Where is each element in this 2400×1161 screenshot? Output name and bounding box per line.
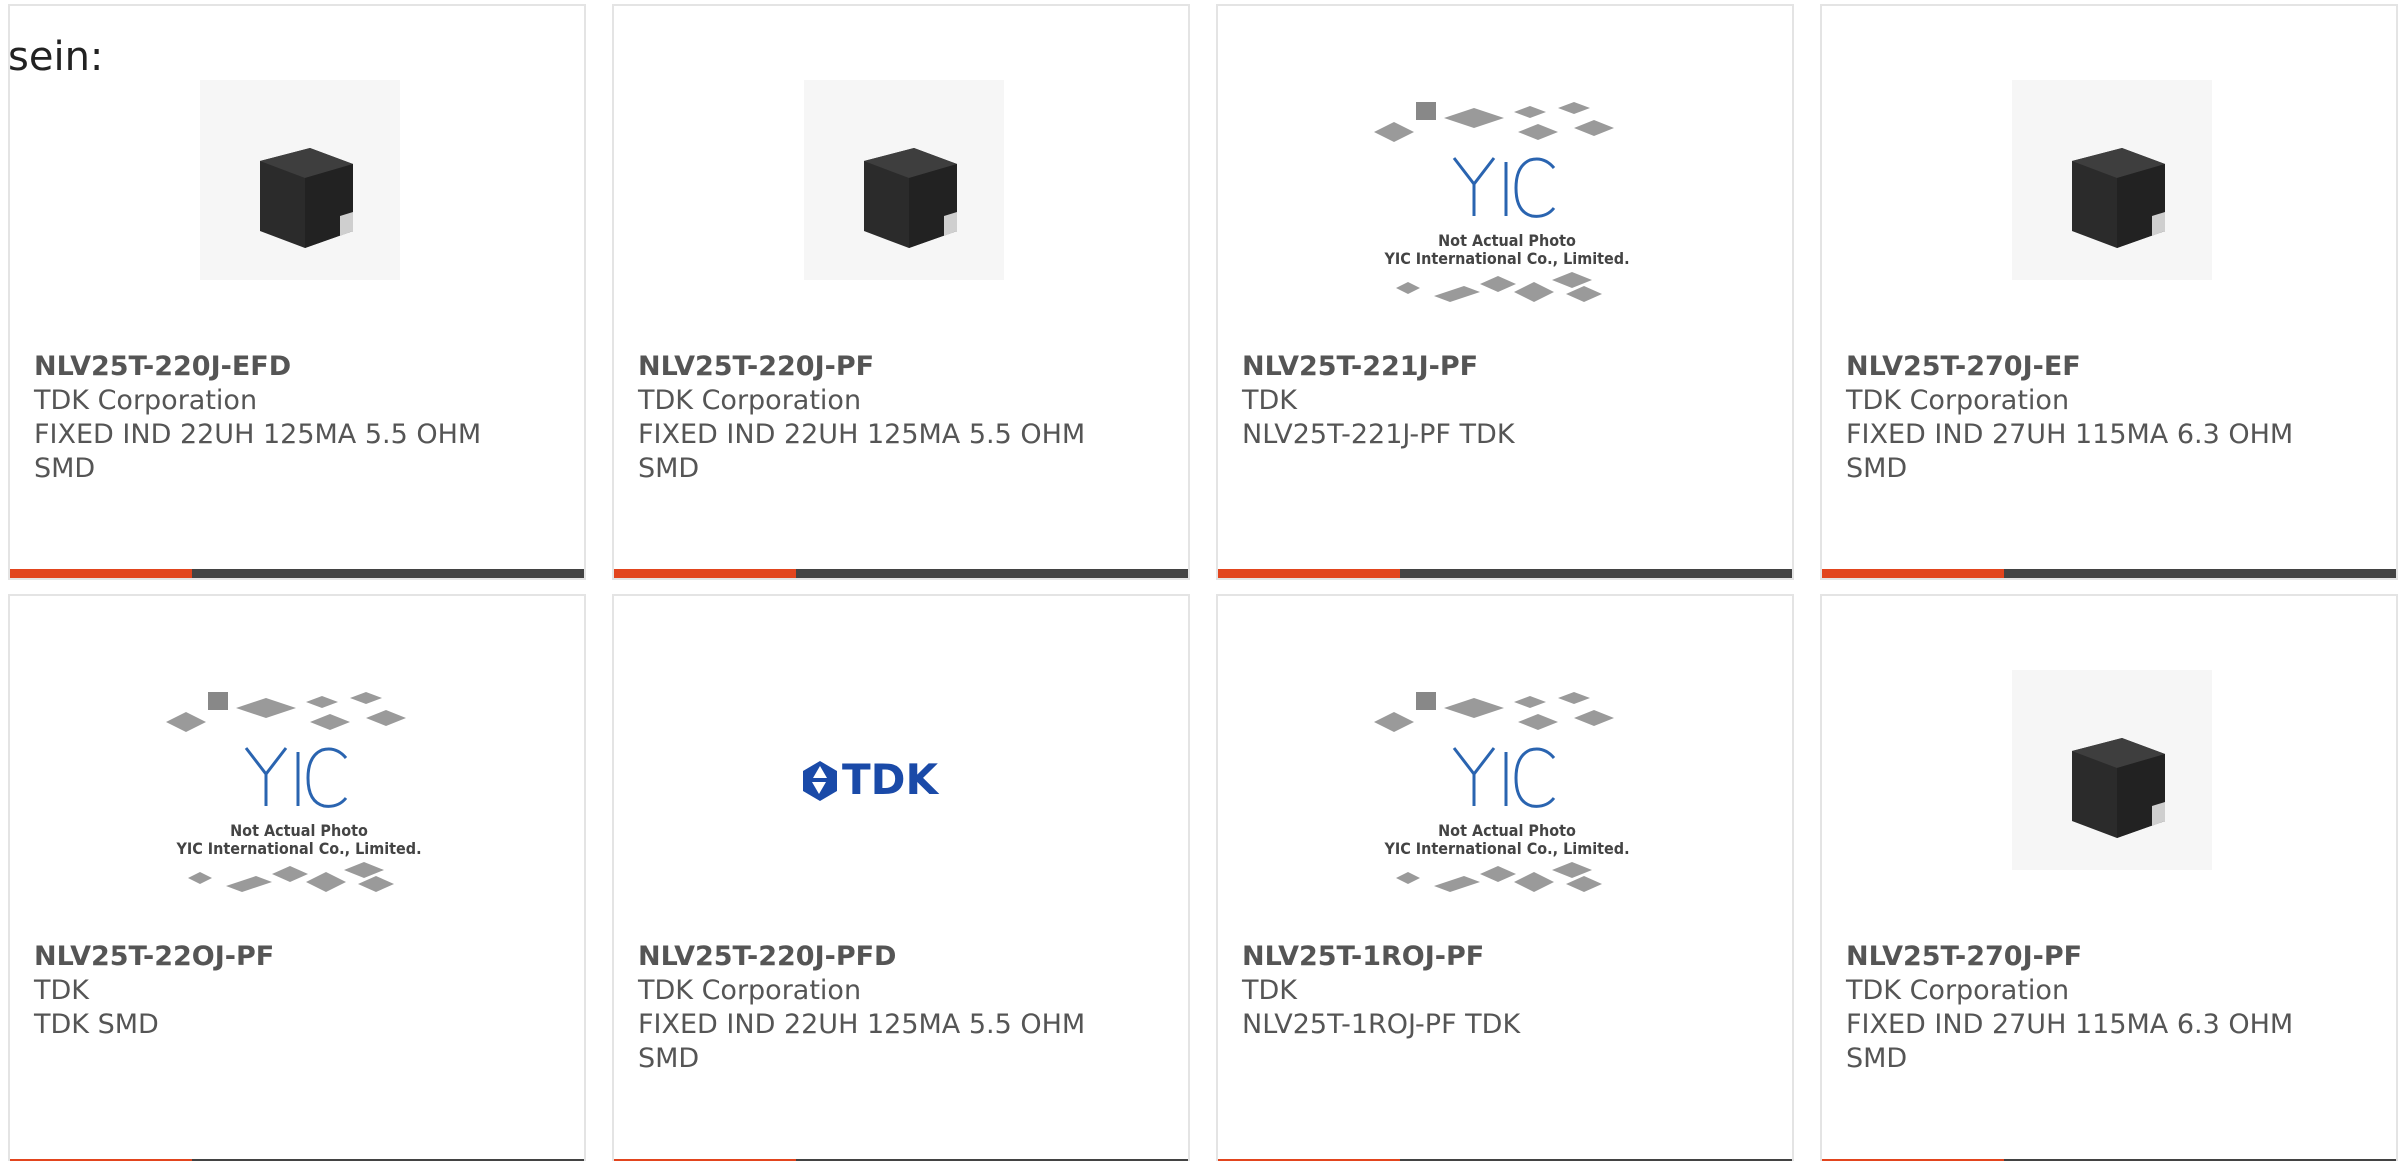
- placeholder-caption-2: YIC International Co., Limited.: [175, 839, 421, 858]
- manufacturer-name: TDK Corporation: [638, 975, 862, 1006]
- part-number-link[interactable]: NLV25T-220J-EFD: [34, 350, 514, 384]
- product-description: FIXED IND 22UH 125MA 5.5 OHM SMD: [638, 419, 1086, 484]
- product-card[interactable]: TDK NLV25T-220J-PFD TDK Corporation FIXED …: [612, 594, 1190, 1161]
- manufacturer-name: TDK Corporation: [1846, 975, 2070, 1006]
- product-photo[interactable]: [614, 66, 1188, 352]
- card-bottom-bar: [10, 569, 584, 578]
- intro-text: sein:: [8, 34, 104, 80]
- product-description: TDK SMD: [34, 1009, 159, 1040]
- product-card[interactable]: NLV25T-270J-EF TDK Corporation FIXED IND 2…: [1820, 4, 2398, 580]
- card-accent-bar: [1822, 569, 2004, 578]
- card-bottom-bar: [1822, 569, 2396, 578]
- product-placeholder-image[interactable]: Not Actual Photo YIC International Co., …: [1218, 656, 1792, 942]
- placeholder-caption-1: Not Actual Photo: [1438, 821, 1576, 840]
- part-number-link[interactable]: NLV25T-270J-EF: [1846, 350, 2326, 384]
- product-info: NLV25T-220J-PFD TDK Corporation FIXED IND …: [638, 940, 1118, 1076]
- product-info: NLV25T-270J-PF TDK Corporation FIXED IND 2…: [1846, 940, 2326, 1076]
- product-description: FIXED IND 22UH 125MA 5.5 OHM SMD: [34, 419, 482, 484]
- manufacturer-name: TDK: [1242, 975, 1297, 1006]
- product-placeholder-image[interactable]: Not Actual Photo YIC International Co., …: [10, 656, 584, 942]
- tdk-logo-image[interactable]: TDK: [614, 656, 1188, 942]
- part-number-link[interactable]: NLV25T-220J-PF: [638, 350, 1118, 384]
- product-info: NLV25T-1ROJ-PF TDK NLV25T-1ROJ-PF TDK: [1242, 940, 1722, 1042]
- product-description: FIXED IND 27UH 115MA 6.3 OHM SMD: [1846, 1009, 2294, 1074]
- part-number-link[interactable]: NLV25T-221J-PF: [1242, 350, 1722, 384]
- tdk-logo-text: TDK: [842, 755, 940, 804]
- product-card[interactable]: NLV25T-220J-EFD TDK Corporation FIXED IND …: [8, 4, 586, 580]
- product-info: NLV25T-220J-EFD TDK Corporation FIXED IND …: [34, 350, 514, 486]
- product-card[interactable]: NLV25T-220J-PF TDK Corporation FIXED IND 2…: [612, 4, 1190, 580]
- manufacturer-name: TDK Corporation: [638, 385, 862, 416]
- product-photo[interactable]: [1822, 656, 2396, 942]
- manufacturer-name: TDK Corporation: [34, 385, 258, 416]
- product-info: NLV25T-221J-PF TDK NLV25T-221J-PF TDK: [1242, 350, 1722, 452]
- product-info: NLV25T-22OJ-PF TDK TDK SMD: [34, 940, 514, 1042]
- product-photo[interactable]: [10, 66, 584, 352]
- product-grid-page: sein: NLV25T-220J-EFD TDK Corporation FIXE…: [0, 0, 2400, 1161]
- product-card[interactable]: Not Actual Photo YIC International Co., …: [1216, 4, 1794, 580]
- product-card[interactable]: Not Actual Photo YIC International Co., …: [8, 594, 586, 1161]
- card-bottom-bar: [1218, 569, 1792, 578]
- card-accent-bar: [10, 569, 192, 578]
- product-info: NLV25T-270J-EF TDK Corporation FIXED IND 2…: [1846, 350, 2326, 486]
- product-description: NLV25T-1ROJ-PF TDK: [1242, 1009, 1521, 1040]
- part-number-link[interactable]: NLV25T-270J-PF: [1846, 940, 2326, 974]
- product-description: NLV25T-221J-PF TDK: [1242, 419, 1515, 450]
- product-card[interactable]: NLV25T-270J-PF TDK Corporation FIXED IND 2…: [1820, 594, 2398, 1161]
- placeholder-caption-1: Not Actual Photo: [1438, 231, 1576, 250]
- manufacturer-name: TDK: [1242, 385, 1297, 416]
- manufacturer-name: TDK: [34, 975, 89, 1006]
- placeholder-caption-1: Not Actual Photo: [230, 821, 368, 840]
- product-card[interactable]: Not Actual Photo YIC International Co., …: [1216, 594, 1794, 1161]
- card-bottom-bar: [614, 569, 1188, 578]
- part-number-link[interactable]: NLV25T-22OJ-PF: [34, 940, 514, 974]
- placeholder-caption-2: YIC International Co., Limited.: [1383, 249, 1629, 268]
- card-accent-bar: [614, 569, 796, 578]
- product-description: FIXED IND 27UH 115MA 6.3 OHM SMD: [1846, 419, 2294, 484]
- manufacturer-name: TDK Corporation: [1846, 385, 2070, 416]
- part-number-link[interactable]: NLV25T-220J-PFD: [638, 940, 1118, 974]
- part-number-link[interactable]: NLV25T-1ROJ-PF: [1242, 940, 1722, 974]
- product-placeholder-image[interactable]: Not Actual Photo YIC International Co., …: [1218, 66, 1792, 352]
- product-description: FIXED IND 22UH 125MA 5.5 OHM SMD: [638, 1009, 1086, 1074]
- placeholder-caption-2: YIC International Co., Limited.: [1383, 839, 1629, 858]
- product-photo[interactable]: [1822, 66, 2396, 352]
- product-info: NLV25T-220J-PF TDK Corporation FIXED IND 2…: [638, 350, 1118, 486]
- card-accent-bar: [1218, 569, 1400, 578]
